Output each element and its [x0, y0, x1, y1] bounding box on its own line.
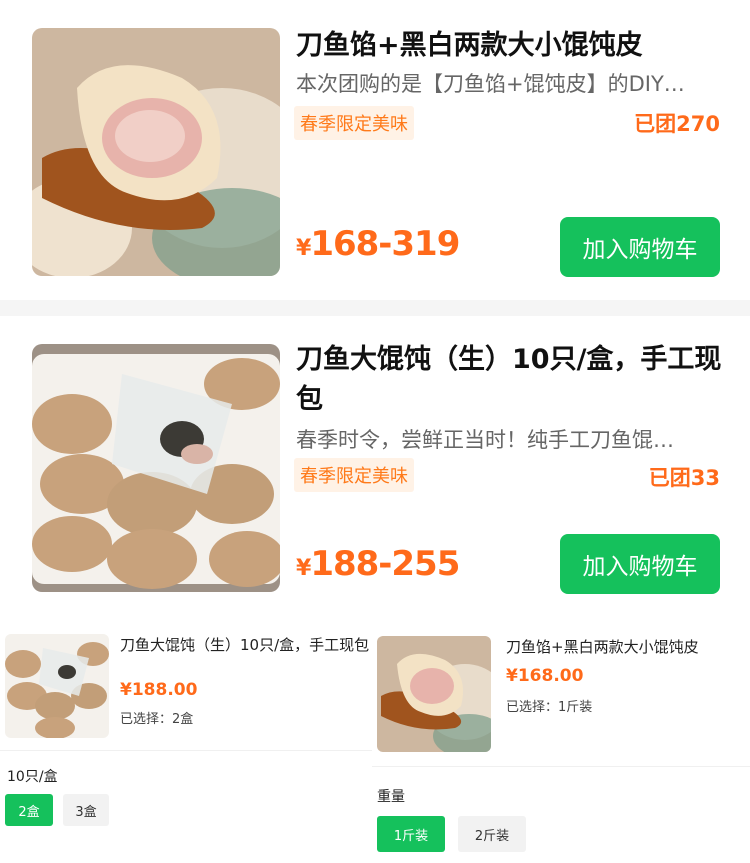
price-value: 188-255: [310, 544, 460, 584]
group-buy-count: 已团270: [634, 112, 720, 136]
spec-group-label: 10只/盒: [7, 769, 58, 785]
sku-price: ¥168.00: [506, 666, 584, 686]
product-card[interactable]: 刀鱼馅+黑白两款大小馄饨皮 本次团购的是【刀鱼馅+馄饨皮】的DIY… 春季限定美…: [0, 0, 750, 300]
divider: [0, 750, 372, 751]
product-description: 春季时令，尝鲜正当时！纯手工刀鱼馄…: [296, 428, 674, 452]
card-divider: [0, 300, 750, 316]
spec-option-3-box[interactable]: 3盒: [63, 794, 109, 826]
sku-selector-panel: 刀鱼馅+黑白两款大小馄饨皮 ¥168.00 已选择：1斤装 重量 1斤装 2斤装: [372, 626, 750, 863]
sku-product-name: 刀鱼馅+黑白两款大小馄饨皮: [506, 638, 699, 656]
currency-symbol: ¥: [296, 236, 311, 261]
product-title[interactable]: 刀鱼大馄饨（生）10只/盒，手工现包: [296, 340, 726, 420]
spec-option-2-jin[interactable]: 2斤装: [458, 816, 526, 852]
product-title[interactable]: 刀鱼馅+黑白两款大小馄饨皮: [296, 26, 726, 66]
promo-tag: 春季限定美味: [294, 106, 414, 140]
spec-group-label: 重量: [377, 789, 405, 805]
add-to-cart-button[interactable]: 加入购物车: [560, 534, 720, 594]
price-range: ¥188-255: [296, 544, 460, 584]
sku-product-name: 刀鱼大馄饨（生）10只/盒，手工现包: [120, 636, 370, 654]
price-value: 168-319: [310, 224, 460, 264]
promo-tag: 春季限定美味: [294, 458, 414, 492]
divider: [372, 766, 750, 767]
group-buy-count: 已团33: [648, 466, 720, 490]
sku-thumbnail: [377, 636, 491, 752]
add-to-cart-button[interactable]: 加入购物车: [560, 217, 720, 277]
product-image-wonton-box[interactable]: [32, 344, 280, 592]
spec-option-2-box[interactable]: 2盒: [5, 794, 53, 826]
currency-symbol: ¥: [296, 556, 311, 581]
sku-price: ¥188.00: [120, 680, 198, 700]
sku-selector-panel: 刀鱼大馄饨（生）10只/盒，手工现包 ¥188.00 已选择：2盒 10只/盒 …: [0, 626, 372, 863]
price-range: ¥168-319: [296, 224, 460, 264]
sku-selected-text: 已选择：1斤装: [506, 700, 593, 715]
sku-thumbnail: [5, 634, 109, 738]
product-description: 本次团购的是【刀鱼馅+馄饨皮】的DIY…: [296, 72, 685, 96]
sku-selected-text: 已选择：2盒: [120, 712, 194, 727]
product-image-wonton-spoon[interactable]: [32, 28, 280, 276]
spec-option-1-jin[interactable]: 1斤装: [377, 816, 445, 852]
product-card[interactable]: 刀鱼大馄饨（生）10只/盒，手工现包 春季时令，尝鲜正当时！纯手工刀鱼馄… 春季…: [0, 316, 750, 618]
